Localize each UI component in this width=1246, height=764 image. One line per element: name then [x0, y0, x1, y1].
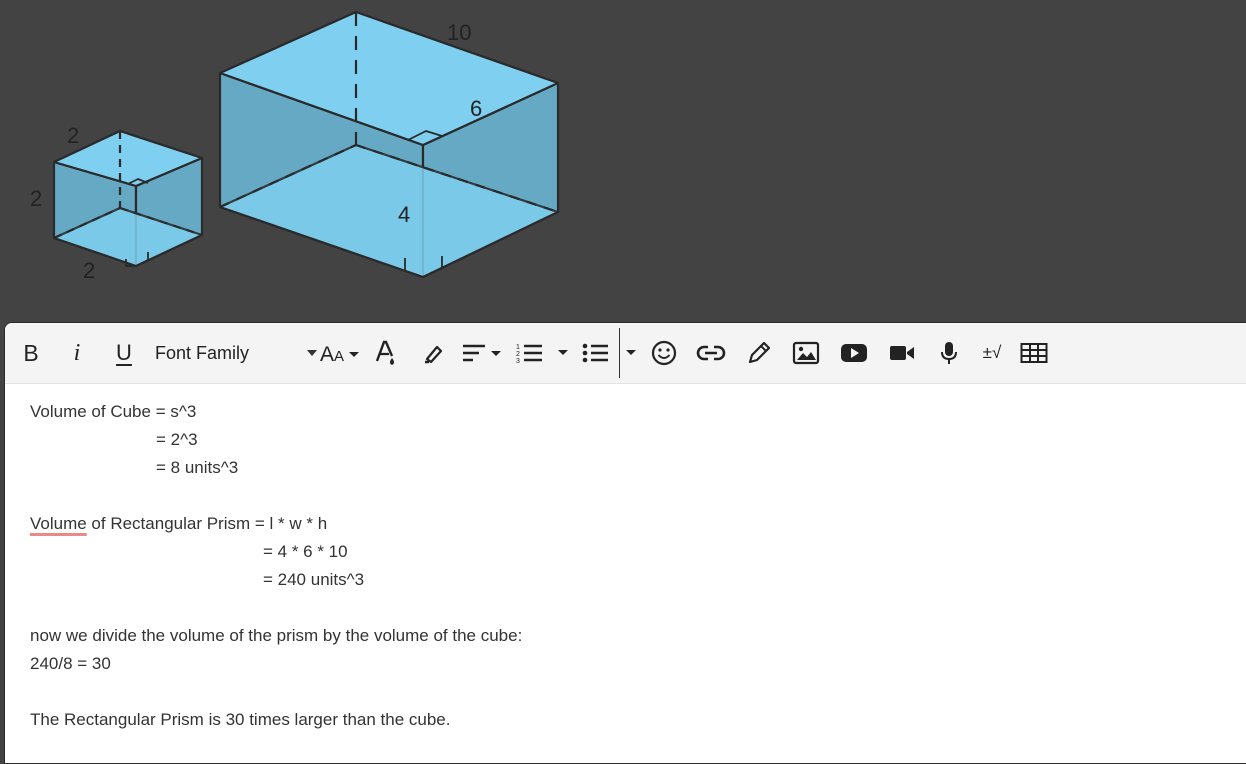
emoji-button[interactable] — [649, 323, 679, 383]
cube-formula-line: Volume of Cube = s^3 — [30, 398, 1246, 426]
prism-figure: 2 2 2 10 6 4 — [30, 10, 560, 283]
equation-icon: ±√ — [982, 343, 1002, 362]
cube-drawing — [52, 129, 204, 268]
prism-height-label: 4 — [398, 202, 410, 227]
insert-image-button[interactable] — [791, 323, 821, 383]
prism-width-label: 6 — [470, 96, 482, 121]
font-family-dropdown[interactable]: Font Family — [155, 323, 323, 383]
pencil-icon — [748, 341, 771, 364]
highlight-button[interactable] — [421, 323, 447, 383]
cube-top-label: 2 — [67, 123, 79, 148]
cube-formula-rest: of Cube = s^3 — [86, 402, 197, 421]
font-size-button[interactable]: A A — [319, 323, 361, 383]
record-audio-button[interactable] — [937, 323, 961, 383]
cube-result-line: = 8 units^3 — [156, 458, 239, 477]
cube-step-line: = 2^3 — [156, 430, 198, 449]
prism-formula-line: Volume of Rectangular Prism = l * w * h — [30, 510, 1246, 538]
smiley-icon — [651, 340, 677, 366]
insert-link-button[interactable] — [695, 323, 727, 383]
svg-text:3: 3 — [516, 358, 520, 365]
align-left-icon — [463, 344, 501, 362]
font-family-label: Font Family — [155, 342, 250, 363]
chevron-down-icon — [307, 350, 317, 356]
svg-text:A: A — [320, 343, 334, 366]
prism-length-label: 10 — [447, 20, 471, 45]
image-icon — [792, 341, 820, 365]
youtube-icon — [841, 344, 867, 362]
bold-icon: B — [23, 339, 39, 366]
cube-side-label: 2 — [30, 186, 42, 211]
editor-toolbar: B i U Font Family A A 1 2 3 ±√ — [5, 323, 1246, 384]
italic-icon: i — [73, 339, 81, 366]
divide-explanation-line: now we divide the volume of the prism by… — [30, 626, 523, 645]
insert-table-button[interactable] — [1019, 323, 1049, 383]
division-result-line: 240/8 = 30 — [30, 654, 111, 673]
highlighter-icon — [425, 345, 443, 364]
prism-result-line: = 240 units^3 — [263, 570, 365, 589]
equation-button[interactable]: ±√ — [977, 323, 1007, 383]
insert-youtube-button[interactable] — [839, 323, 869, 383]
numbered-list-icon: 1 2 3 — [516, 344, 542, 365]
bullet-list-button[interactable] — [581, 323, 611, 383]
prism-step-line: = 4 * 6 * 10 — [263, 542, 348, 561]
microphone-icon — [941, 342, 957, 364]
font-color-button[interactable] — [373, 323, 399, 383]
chevron-down-icon — [558, 350, 568, 355]
word-volume: Volume — [30, 402, 87, 421]
font-size-icon: A A — [320, 343, 359, 366]
bullet-list-dropdown[interactable] — [623, 323, 639, 383]
underline-icon: U — [116, 340, 132, 365]
prism-formula-rest: of Rectangular Prism = l * w * h — [86, 514, 328, 533]
editor-content[interactable]: Volume of Cube = s^3 = 2^3 = 8 units^3 V… — [5, 384, 1246, 734]
text-color-icon — [375, 340, 394, 365]
toolbar-divider — [619, 328, 620, 378]
svg-text:A: A — [334, 348, 344, 365]
align-dropdown[interactable] — [461, 323, 503, 383]
bold-button[interactable]: B — [17, 323, 45, 383]
misspelled-word: Volume — [30, 514, 87, 533]
svg-text:2: 2 — [516, 351, 520, 358]
cube-bottom-label: 2 — [83, 258, 95, 283]
draw-button[interactable] — [745, 323, 773, 383]
link-icon — [696, 345, 726, 361]
rich-text-editor[interactable]: B i U Font Family A A 1 2 3 ±√ Volume of… — [4, 322, 1246, 764]
video-camera-icon — [890, 346, 914, 360]
underline-button[interactable]: U — [109, 323, 139, 383]
bullet-list-icon — [582, 343, 608, 363]
svg-text:1: 1 — [516, 344, 520, 351]
conclusion-line: The Rectangular Prism is 30 times larger… — [30, 710, 451, 729]
record-video-button[interactable] — [887, 323, 917, 383]
numbered-list-button[interactable]: 1 2 3 — [515, 323, 545, 383]
italic-button[interactable]: i — [63, 323, 91, 383]
prism-drawing — [218, 10, 560, 279]
table-icon — [1020, 343, 1048, 363]
chevron-down-icon — [626, 350, 636, 355]
numbered-list-dropdown[interactable] — [555, 323, 571, 383]
